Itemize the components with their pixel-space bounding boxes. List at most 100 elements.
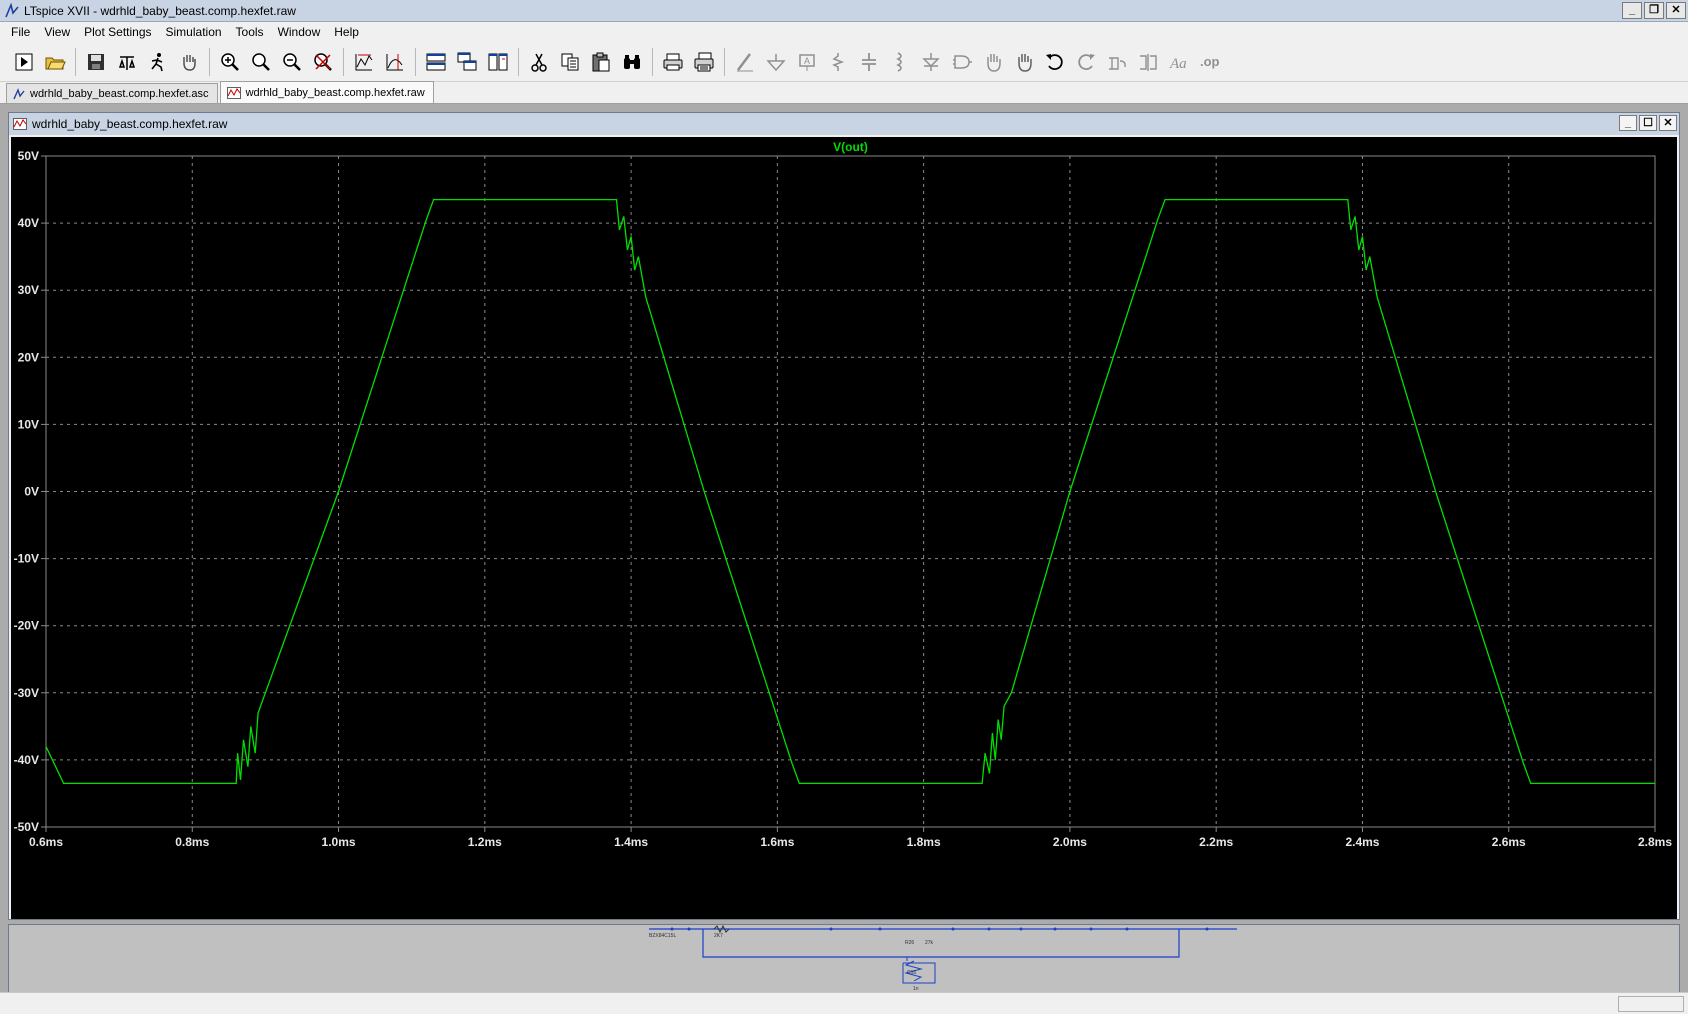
spice-directive-icon[interactable]: .op	[1196, 48, 1224, 76]
waveform-window-title: wdrhld_baby_beast.comp.hexfet.raw	[32, 117, 228, 131]
zoom-out-icon[interactable]	[278, 48, 306, 76]
capacitor-icon[interactable]	[855, 48, 883, 76]
y-tick-label: -20V	[14, 619, 39, 633]
tab-schematic-label: wdrhld_baby_beast.comp.hexfet.asc	[30, 87, 209, 100]
control-panel-icon[interactable]	[113, 48, 141, 76]
zoom-in-icon[interactable]	[216, 48, 244, 76]
autorange-icon[interactable]	[350, 48, 378, 76]
undo-icon[interactable]	[1041, 48, 1069, 76]
menu-view[interactable]: View	[37, 25, 77, 39]
status-bar	[0, 992, 1688, 1014]
menu-help[interactable]: Help	[327, 25, 366, 39]
menu-bar: File View Plot Settings Simulation Tools…	[0, 22, 1688, 42]
y-tick-label: -30V	[14, 686, 39, 700]
x-tick-label: 2.0ms	[1053, 835, 1087, 849]
x-tick-label: 2.4ms	[1345, 835, 1379, 849]
find-icon[interactable]	[618, 48, 646, 76]
y-tick-label: 30V	[18, 283, 39, 297]
x-tick-label: 1.8ms	[907, 835, 941, 849]
y-tick-label: 40V	[18, 216, 39, 230]
y-tick-label: -10V	[14, 552, 39, 566]
ltspice-logo-icon	[5, 2, 19, 17]
menu-simulation[interactable]: Simulation	[159, 25, 229, 39]
status-cell	[1618, 996, 1684, 1012]
waveform-icon	[13, 118, 27, 130]
plot-pane[interactable]: 0.6ms 0.8ms 1.0ms 1.2ms 1.4ms 1.6ms 1.8ms 2.0ms…	[11, 137, 1677, 919]
waveform-window-title-bar: wdrhld_baby_beast.comp.hexfet.raw _ ☐ ✕	[9, 113, 1679, 135]
text-icon[interactable]: Aa	[1165, 48, 1193, 76]
cascade-icon[interactable]	[453, 48, 481, 76]
mdi-area: wdrhld_baby_beast.comp.hexfet.raw _ ☐ ✕ …	[0, 104, 1688, 996]
tab-waveform[interactable]: wdrhld_baby_beast.comp.hexfet.raw	[219, 81, 434, 103]
y-tick-label: 10V	[18, 417, 39, 431]
drag-icon[interactable]	[1010, 48, 1038, 76]
component-icon[interactable]	[948, 48, 976, 76]
x-tick-label: 1.4ms	[614, 835, 648, 849]
redo-icon[interactable]	[1072, 48, 1100, 76]
measure-icon[interactable]	[381, 48, 409, 76]
ltspice-app: LTspice XVII - wdrhld_baby_beast.comp.he…	[0, 0, 1688, 1014]
tab-waveform-label: wdrhld_baby_beast.comp.hexfet.raw	[245, 86, 425, 99]
title-bar: LTspice XVII - wdrhld_baby_beast.comp.he…	[0, 0, 1688, 22]
window-title: LTspice XVII - wdrhld_baby_beast.comp.he…	[24, 3, 296, 18]
label-icon[interactable]: A	[793, 48, 821, 76]
paste-icon[interactable]	[587, 48, 615, 76]
save-icon[interactable]	[82, 48, 110, 76]
zoom-area-icon[interactable]	[247, 48, 275, 76]
minimize-button[interactable]: _	[1622, 2, 1642, 19]
schematic-preview[interactable]: BZX84C15L 2K7 R26 27k C16 1n	[8, 924, 1680, 996]
menu-plot-settings[interactable]: Plot Settings	[77, 25, 158, 39]
schematic-label-c16: C16	[907, 970, 916, 976]
menu-window[interactable]: Window	[271, 25, 328, 39]
schematic-icon	[13, 87, 25, 99]
mirror-icon[interactable]	[1134, 48, 1162, 76]
ground-icon[interactable]	[762, 48, 790, 76]
x-tick-label: 2.2ms	[1199, 835, 1233, 849]
x-tick-label: 2.6ms	[1492, 835, 1526, 849]
y-tick-label: 50V	[18, 149, 39, 163]
y-tick-label: -50V	[14, 820, 39, 834]
tab-schematic[interactable]: wdrhld_baby_beast.comp.hexfet.asc	[6, 83, 218, 103]
print-icon[interactable]	[659, 48, 687, 76]
svg-text:A: A	[804, 56, 810, 66]
x-tick-label: 1.2ms	[468, 835, 502, 849]
diode-icon[interactable]	[917, 48, 945, 76]
waveform-icon	[226, 86, 241, 99]
schematic-label-diode: BZX84C15L	[649, 933, 676, 939]
menu-tools[interactable]: Tools	[229, 25, 271, 39]
x-tick-label: 1.0ms	[322, 835, 356, 849]
print-setup-icon[interactable]	[690, 48, 718, 76]
rotate-icon[interactable]	[1103, 48, 1131, 76]
x-tick-label: 0.8ms	[175, 835, 209, 849]
waveform-window: wdrhld_baby_beast.comp.hexfet.raw _ ☐ ✕ …	[8, 112, 1680, 920]
move-icon[interactable]	[979, 48, 1007, 76]
cut-icon[interactable]	[525, 48, 553, 76]
wire-icon[interactable]	[731, 48, 759, 76]
copy-icon[interactable]	[556, 48, 584, 76]
tile-vertical-icon[interactable]	[484, 48, 512, 76]
inductor-icon[interactable]	[886, 48, 914, 76]
run-icon[interactable]	[10, 48, 38, 76]
restore-button[interactable]: ❐	[1644, 2, 1664, 19]
schematic-label-r: 2K7	[714, 933, 723, 939]
y-tick-label: 0V	[24, 485, 39, 499]
x-tick-label: 0.6ms	[29, 835, 63, 849]
x-tick-label: 1.6ms	[760, 835, 794, 849]
child-maximize-button[interactable]: ☐	[1639, 115, 1657, 131]
menu-file[interactable]: File	[4, 25, 37, 39]
pan-icon[interactable]	[175, 48, 203, 76]
child-close-button[interactable]: ✕	[1659, 115, 1677, 131]
open-icon[interactable]	[41, 48, 69, 76]
tile-horizontal-icon[interactable]	[422, 48, 450, 76]
resistor-icon[interactable]	[824, 48, 852, 76]
y-tick-label: 20V	[18, 350, 39, 364]
svg-text:.op: .op	[1200, 54, 1220, 69]
close-button[interactable]: ✕	[1666, 2, 1686, 19]
waveform-plot[interactable]: 0.6ms 0.8ms 1.0ms 1.2ms 1.4ms 1.6ms 1.8ms 2.0ms…	[11, 137, 1677, 919]
run-sim-icon[interactable]	[144, 48, 172, 76]
child-minimize-button[interactable]: _	[1619, 115, 1637, 131]
legend-label[interactable]: V(out)	[833, 140, 868, 154]
y-tick-label: -40V	[14, 753, 39, 767]
svg-text:Aa: Aa	[1169, 56, 1187, 72]
zoom-fit-icon[interactable]	[309, 48, 337, 76]
